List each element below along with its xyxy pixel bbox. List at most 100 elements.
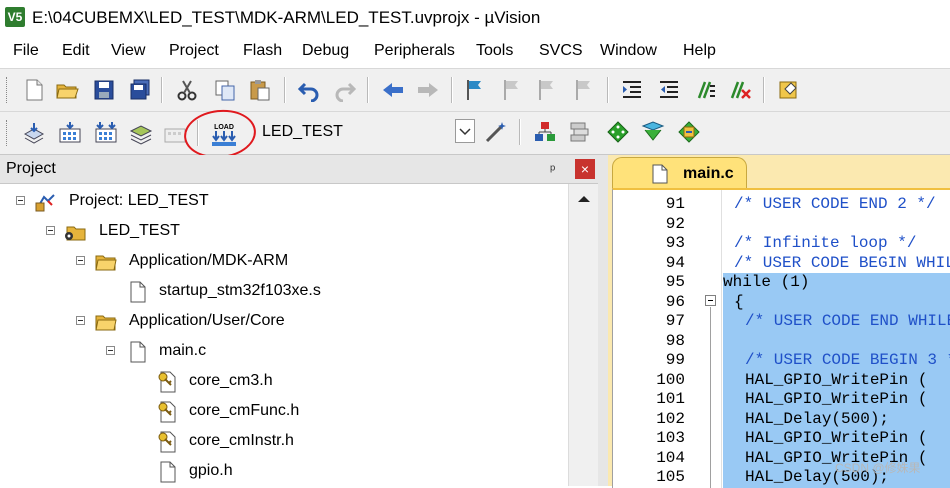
collapse-toggle[interactable] bbox=[106, 346, 115, 355]
tree-label: startup_stm32f103xe.s bbox=[159, 282, 321, 299]
toolbar-separator bbox=[161, 77, 163, 103]
clear-bookmarks-icon[interactable] bbox=[572, 78, 596, 102]
menu-file[interactable]: File bbox=[13, 42, 39, 60]
find-in-files-icon[interactable] bbox=[777, 78, 801, 102]
code-line[interactable]: /* USER CODE END 2 */ bbox=[723, 195, 936, 215]
navigate-forward-icon[interactable] bbox=[416, 78, 440, 102]
diamond-icon[interactable] bbox=[606, 120, 630, 144]
undo-icon[interactable] bbox=[297, 78, 321, 102]
tree-node-file[interactable]: startup_stm32f103xe.s bbox=[0, 279, 560, 307]
menu-flash[interactable]: Flash bbox=[243, 42, 282, 60]
indent-icon[interactable] bbox=[620, 78, 644, 102]
next-bookmark-icon[interactable] bbox=[535, 78, 559, 102]
splitter[interactable] bbox=[598, 155, 608, 486]
save-all-icon[interactable] bbox=[128, 78, 152, 102]
file-icon bbox=[156, 461, 178, 483]
menu-debug[interactable]: Debug bbox=[302, 42, 349, 60]
scroll-up-icon[interactable] bbox=[569, 186, 599, 214]
build-icon[interactable] bbox=[58, 121, 82, 145]
line-number: 101 bbox=[656, 390, 685, 408]
navigate-back-icon[interactable] bbox=[381, 78, 405, 102]
code-line[interactable]: HAL_Delay(500); bbox=[723, 409, 950, 429]
code-line[interactable]: while (1) bbox=[723, 273, 950, 293]
copy-icon[interactable] bbox=[213, 78, 237, 102]
redo-icon[interactable] bbox=[333, 78, 357, 102]
file-toolbar bbox=[0, 68, 950, 111]
batch-build-icon[interactable] bbox=[129, 121, 153, 145]
file-extensions-icon[interactable] bbox=[568, 120, 592, 144]
header-file-icon bbox=[156, 371, 178, 393]
tree-label: gpio.h bbox=[189, 462, 233, 479]
collapse-toggle[interactable] bbox=[76, 256, 85, 265]
prev-bookmark-icon[interactable] bbox=[500, 78, 524, 102]
tree-node-group[interactable]: Application/MDK-ARM bbox=[0, 249, 560, 277]
toolbar-grip[interactable] bbox=[6, 77, 10, 103]
menu-svcs[interactable]: SVCS bbox=[539, 42, 583, 60]
target-select-value: LED_TEST bbox=[262, 123, 343, 140]
code-line[interactable]: HAL_GPIO_WritePin ( bbox=[723, 390, 950, 410]
collapse-toggle[interactable] bbox=[16, 196, 25, 205]
tree-node-target[interactable]: LED_TEST bbox=[0, 219, 560, 247]
line-number-gutter: 91 92 93 94 95 96 97 98 99 100 101 102 103 104 105 bbox=[613, 190, 701, 488]
manage-components-icon[interactable] bbox=[533, 120, 557, 144]
folder-icon bbox=[94, 251, 117, 271]
menu-peripherals[interactable]: Peripherals bbox=[374, 42, 455, 60]
cut-icon[interactable] bbox=[175, 78, 199, 102]
paste-icon[interactable] bbox=[248, 78, 272, 102]
code-line[interactable]: HAL_GPIO_WritePin ( bbox=[723, 370, 950, 390]
unindent-icon[interactable] bbox=[657, 78, 681, 102]
menu-edit[interactable]: Edit bbox=[62, 42, 90, 60]
pack-installer-icon[interactable] bbox=[641, 120, 665, 144]
options-wand-icon[interactable] bbox=[484, 120, 508, 144]
tree-node-file[interactable]: main.c bbox=[0, 339, 560, 367]
code-line[interactable]: HAL_GPIO_WritePin ( bbox=[723, 429, 950, 449]
tree-label: LED_TEST bbox=[99, 222, 180, 239]
menu-tools[interactable]: Tools bbox=[476, 42, 513, 60]
tree-node-group[interactable]: Application/User/Core bbox=[0, 309, 560, 337]
code-text[interactable]: /* USER CODE END 2 */ /* Infinite loop */… bbox=[723, 190, 950, 488]
toolbar-separator bbox=[367, 77, 369, 103]
chevron-down-icon[interactable] bbox=[455, 119, 475, 143]
select-packs-icon[interactable] bbox=[677, 120, 701, 144]
tree-node-project[interactable]: Project: LED_TEST bbox=[0, 189, 560, 217]
toolbar-separator bbox=[519, 119, 521, 145]
code-editor[interactable]: 91 92 93 94 95 96 97 98 99 100 101 102 103 104 105 /* … bbox=[612, 188, 950, 488]
fold-toggle-icon[interactable] bbox=[705, 295, 716, 306]
close-panel-button[interactable]: × bbox=[575, 159, 595, 179]
line-number: 98 bbox=[665, 331, 685, 350]
tree-node-header[interactable]: core_cmFunc.h bbox=[0, 399, 560, 427]
tree-node-header[interactable]: core_cm3.h bbox=[0, 369, 560, 397]
uncomment-icon[interactable] bbox=[728, 78, 752, 102]
code-line[interactable]: { bbox=[723, 292, 950, 312]
toolbar-grip[interactable] bbox=[6, 120, 10, 146]
open-folder-icon[interactable] bbox=[55, 78, 79, 102]
code-line[interactable]: /* Infinite loop */ bbox=[723, 234, 916, 254]
new-file-icon[interactable] bbox=[22, 78, 46, 102]
menu-view[interactable]: View bbox=[111, 42, 145, 60]
code-line[interactable]: /* USER CODE END WHILE */ bbox=[723, 312, 950, 332]
header-file-icon bbox=[156, 401, 178, 423]
collapse-toggle[interactable] bbox=[76, 316, 85, 325]
line-number: 105 bbox=[656, 468, 685, 486]
pin-icon[interactable]: ᵖ bbox=[550, 161, 555, 177]
menu-project[interactable]: Project bbox=[169, 42, 219, 60]
code-line[interactable]: /* USER CODE BEGIN WHILE */ bbox=[723, 254, 950, 274]
target-select[interactable]: LED_TEST bbox=[244, 117, 476, 145]
header-file-icon bbox=[156, 431, 178, 453]
save-icon[interactable] bbox=[92, 78, 116, 102]
collapse-toggle[interactable] bbox=[46, 226, 55, 235]
tab-main-c[interactable]: main.c bbox=[612, 157, 747, 188]
menu-window[interactable]: Window bbox=[600, 42, 657, 60]
code-line[interactable] bbox=[723, 331, 950, 351]
bookmark-icon[interactable] bbox=[463, 78, 487, 102]
translate-icon[interactable] bbox=[22, 121, 46, 145]
tree-node-header[interactable]: gpio.h bbox=[0, 459, 560, 487]
menu-help[interactable]: Help bbox=[683, 42, 716, 60]
code-line[interactable]: /* USER CODE BEGIN 3 */ bbox=[723, 351, 950, 371]
comment-icon[interactable] bbox=[693, 78, 717, 102]
tree-node-header[interactable]: core_cmInstr.h bbox=[0, 429, 560, 457]
rebuild-icon[interactable] bbox=[94, 121, 118, 145]
project-tree-scrollbar[interactable] bbox=[568, 184, 599, 486]
toolbar-separator bbox=[451, 77, 453, 103]
toolbar-separator bbox=[763, 77, 765, 103]
